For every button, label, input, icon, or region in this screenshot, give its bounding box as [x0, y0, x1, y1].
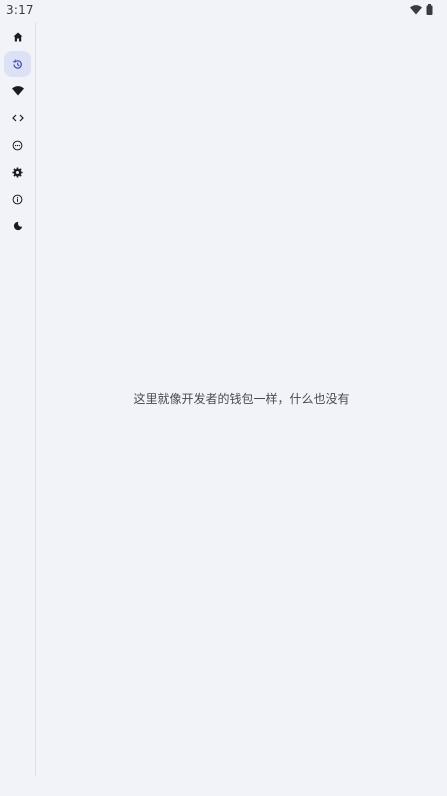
nav-code-button[interactable] — [4, 105, 31, 131]
moon-icon — [13, 221, 23, 231]
nav-history-button[interactable] — [4, 51, 31, 77]
nav-theme-button[interactable] — [4, 213, 31, 239]
battery-icon — [426, 4, 433, 15]
status-bar: 3:17 — [0, 0, 447, 20]
nav-settings-button[interactable] — [4, 159, 31, 185]
status-icons — [410, 4, 433, 15]
nav-home-button[interactable] — [4, 24, 31, 50]
empty-state-message: 这里就像开发者的钱包一样，什么也没有 — [133, 392, 350, 406]
home-icon — [13, 32, 23, 42]
nav-more-button[interactable] — [4, 132, 31, 158]
code-icon — [11, 113, 24, 123]
navigation-rail — [0, 22, 36, 776]
nav-about-button[interactable] — [4, 186, 31, 212]
nav-network-button[interactable] — [4, 78, 31, 104]
info-icon — [12, 194, 23, 205]
status-time: 3:17 — [6, 3, 34, 17]
wifi-icon — [11, 86, 24, 96]
history-icon — [12, 59, 23, 70]
more-circle-icon — [12, 140, 23, 151]
wifi-icon — [410, 4, 422, 15]
gear-icon — [12, 166, 23, 178]
